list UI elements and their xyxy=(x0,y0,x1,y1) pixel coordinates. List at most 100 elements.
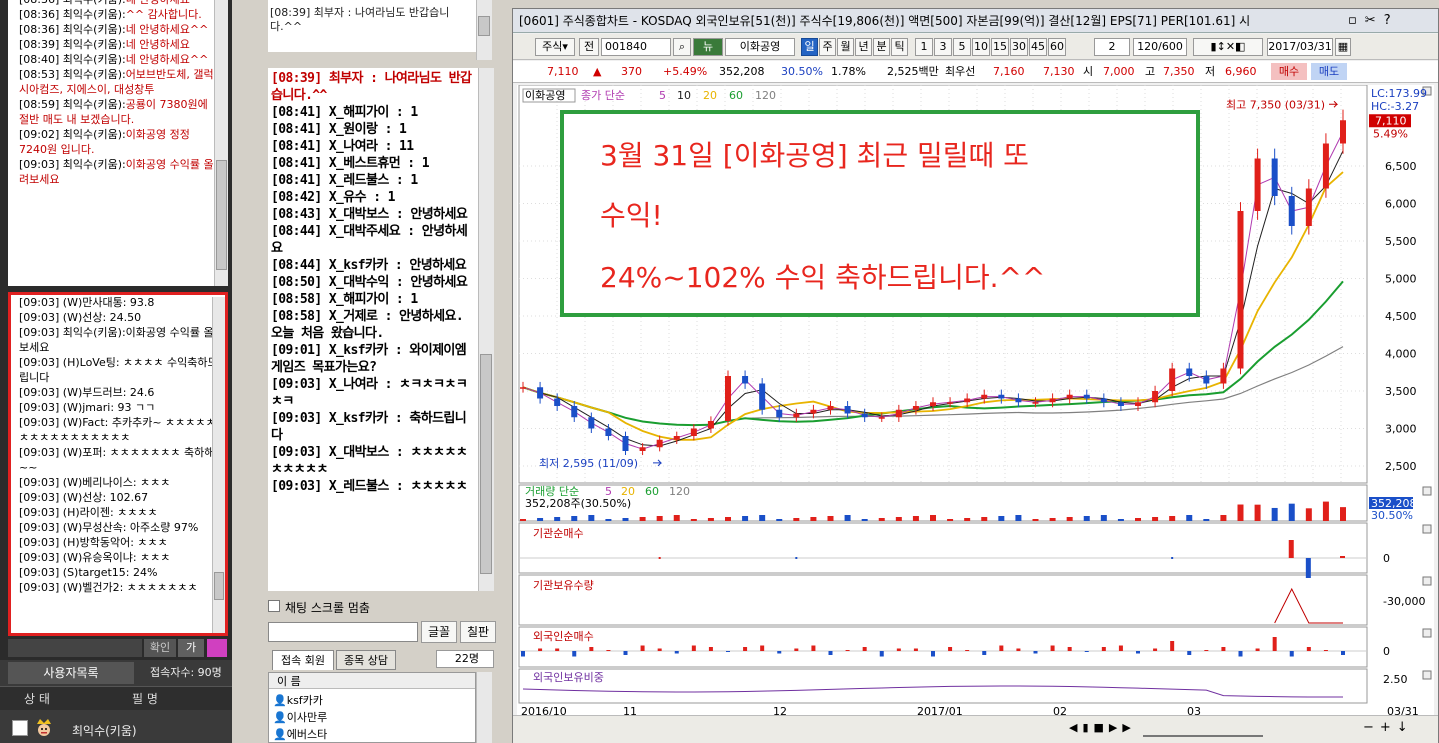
calendar-icon[interactable]: ▦ xyxy=(1335,38,1351,56)
prev-button[interactable]: 전 xyxy=(579,38,599,56)
board-button[interactable]: 칠판 xyxy=(460,621,496,643)
date-input[interactable]: 2017/03/31 xyxy=(1267,38,1333,56)
chat-message: [09:03] 최익수(키움):이화공영 수익률 올려보세요 xyxy=(11,325,225,355)
candle-body xyxy=(1272,159,1278,197)
interval-3[interactable]: 3 xyxy=(934,38,952,56)
candle-body xyxy=(1203,376,1209,384)
period-년[interactable]: 년 xyxy=(855,38,872,56)
interval-10[interactable]: 10 xyxy=(972,38,990,56)
foreign-axis: 0 xyxy=(1383,645,1390,658)
chat-input[interactable] xyxy=(8,639,142,657)
chat-message: [09:03] (W)포퍼: ㅊㅊㅊㅊㅊㅊㅊ 축하해요~~ xyxy=(11,445,225,475)
chat-message: [08:36] 최익수(키움):네 안녕하세요^^ xyxy=(8,22,214,37)
chat-message: [08:36] 최익수(키움):네 안녕하세요^^ xyxy=(8,0,214,7)
candle-body xyxy=(1255,159,1261,212)
interval-60[interactable]: 60 xyxy=(1048,38,1066,56)
stock-name: 이화공영 xyxy=(725,38,795,56)
news-button[interactable]: 뉴 xyxy=(693,38,723,56)
volume-bar xyxy=(1238,505,1244,521)
member-scrollbar[interactable] xyxy=(476,672,492,743)
interval-45[interactable]: 45 xyxy=(1029,38,1047,56)
member-item[interactable]: 👤이사만루 xyxy=(273,709,327,725)
interval-1[interactable]: 1 xyxy=(915,38,933,56)
user-name[interactable]: 최익수(키움) xyxy=(72,722,137,739)
confirm-button[interactable]: 확인 xyxy=(144,639,176,657)
zoom-buttons[interactable]: −+↓ xyxy=(1363,720,1414,735)
period-월[interactable]: 월 xyxy=(837,38,854,56)
period-일[interactable]: 일 xyxy=(801,38,818,56)
volume-bar xyxy=(1033,519,1039,521)
foreign-bar xyxy=(572,651,576,657)
chat-message: [08:53] 최익수(키움):어보브반도체, 갤럭시아컴즈, 지에스이, 대성… xyxy=(8,67,214,97)
tab-members[interactable]: 접속 회원 xyxy=(272,650,334,670)
market-select[interactable]: 주식▾ xyxy=(535,38,575,56)
volume-bar xyxy=(862,519,868,521)
period-분[interactable]: 분 xyxy=(873,38,890,56)
chat-log-scrollbar[interactable] xyxy=(214,0,228,286)
inst-bar xyxy=(1171,557,1173,559)
chart-tools[interactable]: ▮↕✕◧ xyxy=(1193,38,1263,56)
window-controls[interactable]: ▫✂? xyxy=(1348,13,1428,29)
candle-body xyxy=(1323,144,1329,189)
foreign-bar xyxy=(1016,649,1020,652)
member-item[interactable]: 👤ksf카카 xyxy=(273,692,323,708)
stock-code-input[interactable]: 001840 xyxy=(601,38,671,56)
sell-button[interactable]: 매도 xyxy=(1311,63,1347,80)
search-icon[interactable]: ⌕ xyxy=(673,38,691,56)
font-button[interactable]: 글꼴 xyxy=(421,621,457,643)
period-주[interactable]: 주 xyxy=(819,38,836,56)
range-input[interactable]: 120/600 xyxy=(1133,38,1187,56)
candle-body xyxy=(828,406,834,410)
volume-bar xyxy=(759,515,765,521)
scroll-thumb[interactable] xyxy=(480,354,492,574)
chat-message: [09:03] (S)target15: 24% xyxy=(11,565,225,580)
foreign-bar xyxy=(1273,637,1277,651)
member-item[interactable]: 👤에버스타 xyxy=(273,726,327,742)
candle-body xyxy=(1220,369,1226,384)
main-chat-scrollbar[interactable] xyxy=(478,68,494,591)
preview-scrollbar[interactable] xyxy=(476,0,492,60)
scroll-thumb[interactable] xyxy=(214,572,224,600)
volume-bar xyxy=(708,518,714,521)
scroll-stop-label: 채팅 스크롤 멈춤 xyxy=(285,599,370,616)
interval-5[interactable]: 5 xyxy=(953,38,971,56)
left-chat-controls: 확인 가 xyxy=(0,636,232,660)
candle-body xyxy=(1118,402,1124,406)
period-틱[interactable]: 틱 xyxy=(891,38,908,56)
annotation-line-3: 24%~102% 수익 축하드립니다.^^ xyxy=(600,256,1045,296)
chat-highlight-scrollbar[interactable] xyxy=(212,297,225,633)
foreign-bar xyxy=(1239,651,1243,657)
scroll-stop-checkbox[interactable] xyxy=(268,600,280,612)
chat-message: [09:03] (W)벨건가2: ㅊㅊㅊㅊㅊㅊㅊ xyxy=(11,580,225,595)
ma-period-label: 20 xyxy=(703,89,717,102)
buy-button[interactable]: 매수 xyxy=(1271,63,1307,80)
volume-bar xyxy=(1101,515,1107,521)
volume-bar xyxy=(845,515,851,521)
user-list-tab[interactable]: 사용자목록 xyxy=(8,662,134,684)
candle-body xyxy=(725,376,731,421)
chat-message: [08:44] X_대박주세요 : 안녕하세요 xyxy=(271,223,475,257)
count-select[interactable]: 2 xyxy=(1094,38,1130,56)
y-tick-label: 5,500 xyxy=(1385,235,1417,248)
volume-bar xyxy=(1118,519,1124,521)
chat-message: [09:03] (W)유승옥이냐: ㅊㅊㅊ xyxy=(11,550,225,565)
foreign-bar xyxy=(692,646,696,652)
tab-stock-consult[interactable]: 종목 상담 xyxy=(336,650,396,670)
user-checkbox[interactable] xyxy=(12,720,28,736)
candle-body xyxy=(947,402,953,404)
volume: 352,208 xyxy=(719,61,765,82)
candle-body xyxy=(588,417,594,428)
interval-30[interactable]: 30 xyxy=(1010,38,1028,56)
zoom-slider[interactable] xyxy=(1143,721,1263,737)
chat-message: [09:03] X_ksf카카 : 축하드립니다 xyxy=(271,410,475,444)
foreign-bar xyxy=(794,649,798,652)
chat-message: [09:03] (H)방학동악어: ㅊㅊㅊ xyxy=(11,535,225,550)
middle-chat-input[interactable] xyxy=(268,622,418,642)
volume-bar xyxy=(588,515,594,521)
current-pct-tag: 5.49% xyxy=(1373,127,1408,140)
interval-15[interactable]: 15 xyxy=(991,38,1009,56)
font-button[interactable]: 가 xyxy=(178,639,204,657)
emoticon-icon[interactable] xyxy=(207,639,227,657)
scroll-thumb[interactable] xyxy=(216,160,227,270)
open-price: 7,000 xyxy=(1103,61,1135,82)
